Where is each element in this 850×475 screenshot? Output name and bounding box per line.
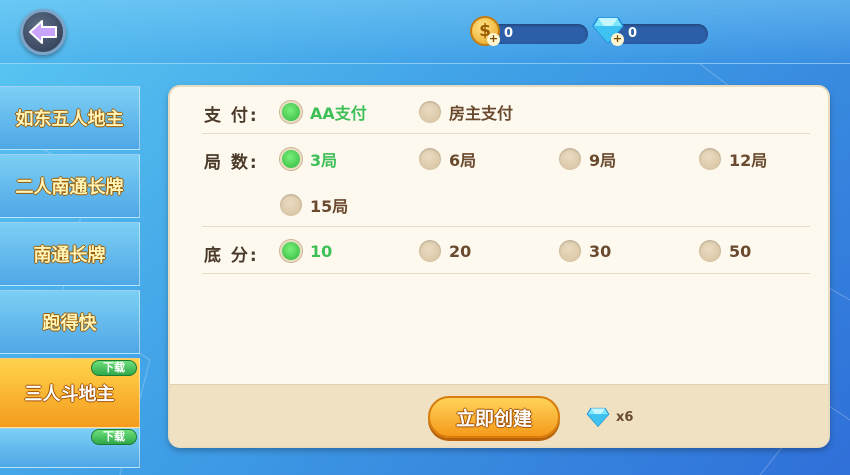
radio-unchecked-icon	[699, 240, 721, 262]
base-score-option-50[interactable]: 50	[699, 240, 751, 262]
radio-unchecked-icon	[559, 240, 581, 262]
option-label: 10	[310, 241, 333, 261]
diamond-balance-bar	[610, 24, 708, 44]
radio-unchecked-icon	[419, 148, 441, 170]
base-score-option-30[interactable]: 30	[559, 240, 611, 262]
payment-option-aa[interactable]: AA支付	[280, 100, 367, 124]
add-diamonds-button[interactable]: +	[611, 33, 624, 46]
tab-label: 三人斗地主	[24, 384, 115, 405]
base-score-label: 底 分:	[204, 246, 259, 266]
top-bar: $ + 0 + 0	[0, 0, 850, 64]
option-label: AA支付	[310, 104, 367, 123]
panel-footer: 立即创建 x6	[170, 384, 828, 446]
radio-checked-icon	[280, 148, 302, 170]
tab-rudong-five-landlord[interactable]: 如东五人地主	[0, 86, 140, 150]
create-room-button[interactable]: 立即创建	[428, 396, 560, 438]
rounds-option-15[interactable]: 15局	[280, 193, 348, 217]
create-room-label: 立即创建	[455, 407, 532, 430]
tab-two-player-nantong[interactable]: 二人南通长牌	[0, 154, 140, 218]
divider	[202, 226, 810, 227]
divider	[202, 133, 810, 134]
diamond-icon	[586, 407, 610, 427]
radio-checked-icon	[280, 240, 302, 262]
option-label: 9局	[589, 151, 617, 170]
tab-label: 南通长牌	[33, 245, 106, 266]
payment-label: 支 付:	[204, 106, 259, 126]
radio-unchecked-icon	[699, 148, 721, 170]
option-label: 15局	[310, 197, 349, 216]
radio-unchecked-icon	[280, 194, 302, 216]
option-label: 30	[589, 241, 612, 261]
base-score-option-20[interactable]: 20	[419, 240, 471, 262]
room-cost-value: x6	[616, 409, 634, 425]
rounds-option-9[interactable]: 9局	[559, 147, 616, 171]
radio-unchecked-icon	[559, 148, 581, 170]
arrow-left-icon	[29, 20, 57, 44]
rounds-option-12[interactable]: 12局	[699, 147, 767, 171]
tab-run-fast[interactable]: 跑得快	[0, 290, 140, 354]
diamond-balance: 0	[628, 26, 638, 41]
tab-label: 如东五人地主	[15, 109, 124, 130]
option-label: 20	[449, 241, 472, 261]
rounds-option-3[interactable]: 3局	[280, 147, 337, 171]
tab-three-player-landlord[interactable]: 三人斗地主 下载	[0, 358, 140, 428]
back-button[interactable]	[20, 9, 66, 55]
tab-label: 跑得快	[42, 313, 97, 334]
rounds-label: 局 数:	[204, 153, 259, 173]
tab-nantong-long-card[interactable]: 南通长牌	[0, 222, 140, 286]
coin-balance-bar	[488, 24, 588, 44]
option-label: 12局	[729, 151, 768, 170]
download-button[interactable]: 下载	[91, 429, 137, 445]
tab-partial[interactable]: 下载	[0, 428, 140, 468]
download-button[interactable]: 下载	[91, 360, 137, 376]
divider	[202, 273, 810, 274]
base-score-option-10[interactable]: 10	[280, 240, 332, 262]
payment-option-host[interactable]: 房主支付	[419, 100, 513, 124]
rounds-option-6[interactable]: 6局	[419, 147, 476, 171]
add-coins-button[interactable]: +	[487, 33, 500, 46]
option-label: 50	[729, 241, 752, 261]
option-label: 3局	[310, 151, 338, 170]
radio-unchecked-icon	[419, 240, 441, 262]
option-label: 房主支付	[449, 104, 514, 123]
radio-unchecked-icon	[419, 101, 441, 123]
option-label: 6局	[449, 151, 477, 170]
room-cost: x6	[586, 407, 633, 427]
coin-balance: 0	[504, 26, 514, 41]
radio-checked-icon	[280, 101, 302, 123]
tab-label: 二人南通长牌	[15, 177, 124, 198]
room-settings-panel: 支 付: AA支付 房主支付 局 数: 3局 6局 9局 12局 15局 底 分…	[168, 85, 830, 448]
